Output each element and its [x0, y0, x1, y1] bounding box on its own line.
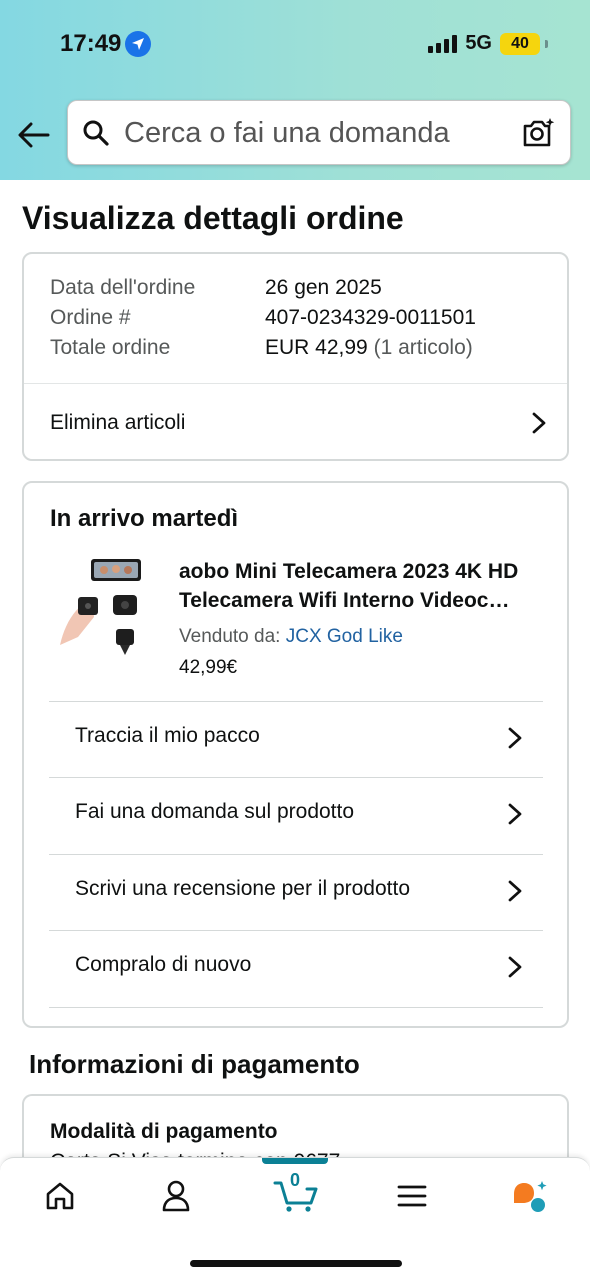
buy-again-row[interactable]: Compralo di nuovo [49, 930, 543, 1007]
back-button[interactable] [16, 118, 52, 152]
shipment-card: In arrivo martedì aobo Mini Telecamera 2… [22, 481, 569, 1028]
sold-by-label: Venduto da: [179, 626, 281, 647]
order-total-label: Totale ordine [50, 336, 171, 359]
chevron-right-icon [508, 880, 522, 902]
status-time-text: 17:49 [60, 30, 122, 57]
chevron-right-icon [508, 727, 522, 749]
signal-icon [428, 34, 458, 53]
delete-items-label: Elimina articoli [50, 410, 186, 434]
nav-home[interactable] [35, 1176, 85, 1216]
chevron-right-icon [532, 412, 546, 433]
write-review-label: Scrivi una recensione per il prodotto [75, 877, 411, 900]
order-item-count: (1 articolo) [373, 336, 473, 359]
search-input[interactable]: Cerca o fai una domanda [124, 117, 450, 150]
seller-info: Venduto da: JCX God Like [179, 626, 403, 648]
back-arrow-icon [18, 122, 50, 148]
nav-menu[interactable] [387, 1176, 437, 1216]
cart-count: 0 [290, 1170, 301, 1190]
track-package-row[interactable]: Traccia il mio pacco [49, 701, 543, 778]
menu-icon [397, 1185, 427, 1207]
product-title-line-1: aobo Mini Telecamera 2023 4K HD [179, 560, 519, 583]
delivery-heading: In arrivo martedì [50, 505, 239, 532]
order-number-label: Ordine # [50, 306, 131, 329]
buy-again-label: Compralo di nuovo [75, 953, 252, 976]
ask-question-row[interactable]: Fai una domanda sul prodotto [49, 777, 543, 854]
home-icon [46, 1182, 74, 1210]
active-tab-indicator [262, 1158, 328, 1164]
order-total-value: EUR 42,99 (1 articolo) [265, 336, 473, 360]
chevron-right-icon [508, 803, 522, 825]
status-indicators: 5G 40 [428, 32, 548, 55]
chevron-right-icon [508, 956, 522, 978]
page-title: Visualizza dettagli ordine [22, 200, 404, 236]
payment-method-label: Modalità di pagamento [50, 1120, 278, 1143]
status-time: 17:49 [60, 30, 152, 58]
order-total-amount: EUR 42,99 [265, 336, 368, 359]
order-number-value: 407-0234329-0011501 [265, 306, 476, 329]
product-image[interactable] [58, 557, 146, 659]
payment-section-title: Informazioni di pagamento [29, 1049, 360, 1079]
home-indicator [190, 1260, 402, 1267]
nav-account[interactable] [151, 1176, 201, 1216]
order-summary-card: Data dell'ordine 26 gen 2025 Ordine # 40… [22, 252, 569, 461]
product-price: 42,99€ [179, 657, 238, 678]
order-date-label: Data dell'ordine [50, 276, 196, 299]
camera-search-icon[interactable] [522, 117, 556, 149]
ask-question-label: Fai una domanda sul prodotto [75, 800, 355, 823]
seller-link[interactable]: JCX God Like [286, 626, 403, 647]
search-bar[interactable]: Cerca o fai una domanda [67, 100, 571, 165]
account-icon [162, 1180, 190, 1212]
top-bar: 17:49 5G 40 Cerca o fai una domanda [0, 0, 590, 180]
delete-items-row[interactable]: Elimina articoli [50, 384, 547, 461]
search-icon [83, 120, 109, 146]
battery-icon: 40 [500, 32, 548, 55]
location-arrow-icon [125, 31, 152, 57]
product-title[interactable]: aobo Mini Telecamera 2023 4K HD Telecame… [179, 557, 549, 615]
order-date-value: 26 gen 2025 [265, 276, 382, 299]
battery-level: 40 [511, 34, 529, 52]
product-title-line-2: Telecamera Wifi Interno Videoc… [179, 589, 510, 612]
track-package-label: Traccia il mio pacco [75, 724, 260, 747]
divider [49, 1007, 543, 1008]
rufus-assistant-icon [514, 1181, 547, 1212]
write-review-row[interactable]: Scrivi una recensione per il prodotto [49, 854, 543, 931]
network-type: 5G [465, 32, 492, 54]
nav-rufus[interactable] [505, 1176, 555, 1216]
